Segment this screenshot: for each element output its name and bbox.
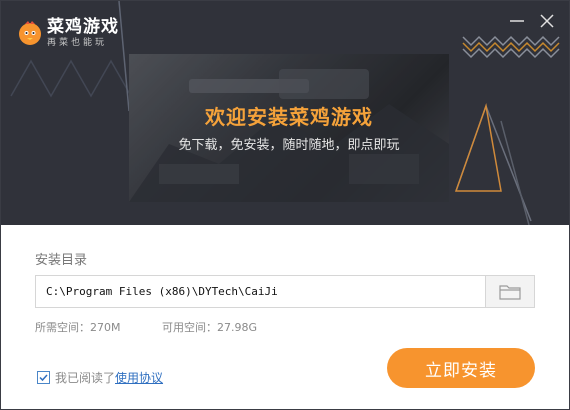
header-banner: 菜鸡游戏 再菜也能玩 欢迎安装菜鸡游戏 免下载，免安装，随时随地，即点即玩: [1, 1, 569, 225]
check-icon: [39, 374, 48, 382]
agreement-row: 我已阅读了 使用协议: [37, 369, 163, 386]
agree-checkbox[interactable]: [37, 371, 50, 384]
app-name: 菜鸡游戏: [47, 17, 119, 37]
install-now-button[interactable]: 立即安装: [387, 348, 535, 388]
space-available-text: 可用空间：27.98G: [162, 321, 258, 334]
hero-subtitle: 免下载，免安装，随时随地，即点即玩: [178, 138, 400, 153]
folder-icon: [499, 284, 521, 300]
user-agreement-link[interactable]: 使用协议: [115, 369, 163, 386]
space-required-text: 所需空间：270M: [35, 321, 121, 334]
install-path-box: [35, 275, 535, 308]
agree-text: 我已阅读了: [55, 371, 116, 385]
chicken-logo-icon: [19, 21, 41, 45]
browse-folder-button[interactable]: [485, 276, 534, 307]
close-icon[interactable]: [537, 11, 557, 31]
app-slogan: 再菜也能玩: [47, 38, 108, 48]
install-dir-label: 安装目录: [35, 253, 88, 268]
installer-window: 菜鸡游戏 再菜也能玩 欢迎安装菜鸡游戏 免下载，免安装，随时随地，即点即玩 安装…: [0, 0, 570, 410]
app-logo: 菜鸡游戏 再菜也能玩: [17, 17, 119, 49]
hero-image: 欢迎安装菜鸡游戏 免下载，免安装，随时随地，即点即玩: [129, 54, 449, 202]
hero-title: 欢迎安装菜鸡游戏: [205, 105, 373, 129]
install-path-input[interactable]: [36, 276, 485, 307]
minimize-icon[interactable]: [507, 11, 527, 31]
